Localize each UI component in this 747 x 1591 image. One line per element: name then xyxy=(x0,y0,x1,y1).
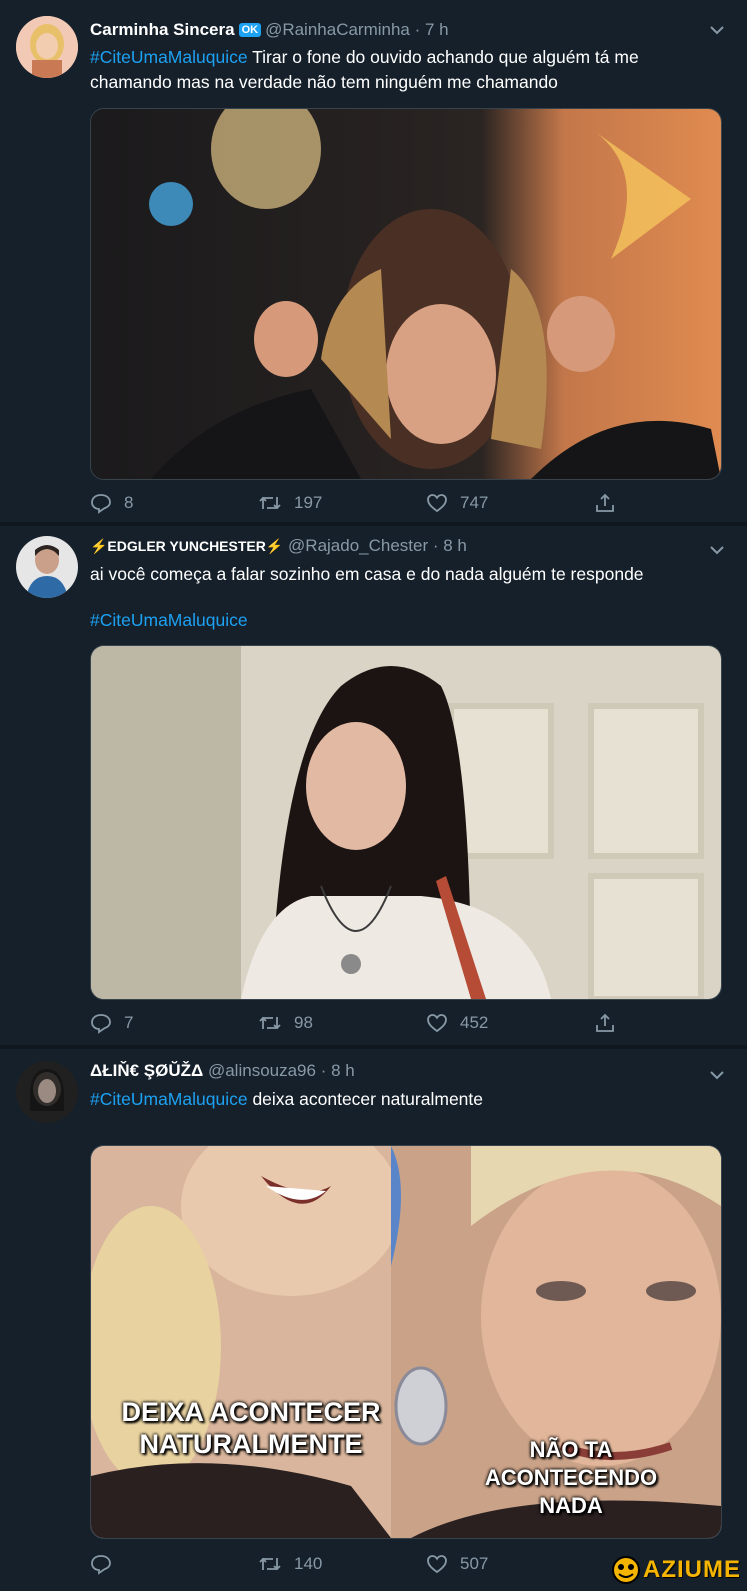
watermark-text: AZIUME xyxy=(643,1556,741,1583)
share-icon xyxy=(596,1013,614,1032)
tweet-media[interactable]: DEIXA ACONTECER NATURALMENTE NÃO TA ACON… xyxy=(90,1145,722,1539)
like-button[interactable]: 747 xyxy=(426,492,488,514)
retweet-count: 197 xyxy=(294,493,323,512)
tweet-media[interactable] xyxy=(90,108,722,480)
tweet-text: #CiteUmaMaluquice Tirar o fone do ouvido… xyxy=(90,45,720,95)
share-button[interactable] xyxy=(594,1012,628,1034)
reply-icon xyxy=(91,494,111,514)
timestamp[interactable]: · 8 h xyxy=(321,1061,355,1080)
tweet-2[interactable]: ⚡EDGLER YUNCHESTER⚡ @Rajado_Chester · 8 … xyxy=(0,526,747,1045)
action-bar: 8 197 747 xyxy=(90,492,720,520)
verified-badge: OK xyxy=(238,23,262,37)
author-name[interactable]: Carminha Sincera xyxy=(90,20,235,39)
reply-button[interactable]: 8 xyxy=(90,492,133,514)
retweet-count: 140 xyxy=(294,1554,323,1573)
avatar-image xyxy=(16,1061,78,1123)
avatar-image xyxy=(16,16,78,78)
timestamp[interactable]: · 8 h xyxy=(433,536,467,555)
author-handle[interactable]: @alinsouza96 xyxy=(208,1061,316,1080)
author-handle[interactable]: @Rajado_Chester xyxy=(288,536,428,555)
reply-button[interactable] xyxy=(90,1553,124,1575)
share-button[interactable] xyxy=(594,492,628,514)
tweet-header: ⚡EDGLER YUNCHESTER⚡ @Rajado_Chester · 8 … xyxy=(90,536,467,556)
like-icon xyxy=(427,494,447,513)
hashtag-link[interactable]: #CiteUmaMaluquice xyxy=(90,1089,248,1109)
retweet-icon xyxy=(259,496,281,510)
avatar-image xyxy=(16,536,78,598)
like-icon xyxy=(427,1555,447,1574)
avatar[interactable] xyxy=(16,536,78,598)
tweet-header: Carminha Sincera OK @RainhaCarminha · 7 h xyxy=(90,20,449,40)
site-watermark: AZIUME xyxy=(609,1555,741,1585)
retweet-icon xyxy=(259,1016,281,1030)
retweet-button[interactable]: 98 xyxy=(258,1012,313,1034)
tweet-1[interactable]: Carminha Sincera OK @RainhaCarminha · 7 h … xyxy=(0,0,747,522)
chevron-down-icon[interactable] xyxy=(709,542,725,558)
reply-icon xyxy=(91,1014,111,1034)
action-bar: 7 98 452 xyxy=(90,1012,720,1040)
meme-caption-right: NÃO TA ACONTECENDO NADA xyxy=(484,1437,658,1518)
like-icon xyxy=(427,1014,447,1033)
like-button[interactable]: 507 xyxy=(426,1553,488,1575)
tweet-3[interactable]: ΔŁIŇ€ ŞØŬŽΔ @alinsouza96 · 8 h #CiteUmaM… xyxy=(0,1049,747,1591)
like-count: 507 xyxy=(460,1554,489,1573)
like-count: 452 xyxy=(460,1013,489,1032)
timestamp[interactable]: · 7 h xyxy=(415,20,449,39)
author-handle[interactable]: @RainhaCarminha xyxy=(265,20,410,39)
watermark-logo-icon xyxy=(612,1556,640,1584)
retweet-count: 98 xyxy=(294,1013,313,1032)
reply-icon xyxy=(91,1555,111,1575)
retweet-button[interactable]: 140 xyxy=(258,1553,322,1575)
reply-count: 8 xyxy=(124,493,134,512)
tweet-body: ai você começa a falar sozinho em casa e… xyxy=(90,564,644,584)
author-name[interactable]: ΔŁIŇ€ ŞØŬŽΔ xyxy=(90,1061,203,1080)
tweet-hashtag-line: #CiteUmaMaluquice xyxy=(90,608,720,633)
like-count: 747 xyxy=(460,493,489,512)
retweet-icon xyxy=(259,1557,281,1571)
media-image xyxy=(91,646,721,999)
avatar[interactable] xyxy=(16,1061,78,1123)
tweet-text: #CiteUmaMaluquice deixa acontecer natura… xyxy=(90,1087,720,1112)
tweet-media[interactable] xyxy=(90,645,722,1000)
reply-count: 7 xyxy=(124,1013,134,1032)
avatar[interactable] xyxy=(16,16,78,78)
hashtag-link[interactable]: #CiteUmaMaluquice xyxy=(90,610,248,630)
author-name[interactable]: ⚡EDGLER YUNCHESTER⚡ xyxy=(90,538,283,554)
reply-button[interactable]: 7 xyxy=(90,1012,133,1034)
meme-caption-left: DEIXA ACONTECER NATURALMENTE xyxy=(121,1397,381,1459)
tweet-text: ai você começa a falar sozinho em casa e… xyxy=(90,562,720,587)
chevron-down-icon[interactable] xyxy=(709,1067,725,1083)
like-button[interactable]: 452 xyxy=(426,1012,488,1034)
chevron-down-icon[interactable] xyxy=(709,22,725,38)
hashtag-link[interactable]: #CiteUmaMaluquice xyxy=(90,47,248,67)
retweet-button[interactable]: 197 xyxy=(258,492,322,514)
tweet-body: deixa acontecer naturalmente xyxy=(247,1089,483,1109)
media-image xyxy=(91,109,721,479)
share-icon xyxy=(596,493,614,512)
tweet-header: ΔŁIŇ€ ŞØŬŽΔ @alinsouza96 · 8 h xyxy=(90,1061,355,1081)
